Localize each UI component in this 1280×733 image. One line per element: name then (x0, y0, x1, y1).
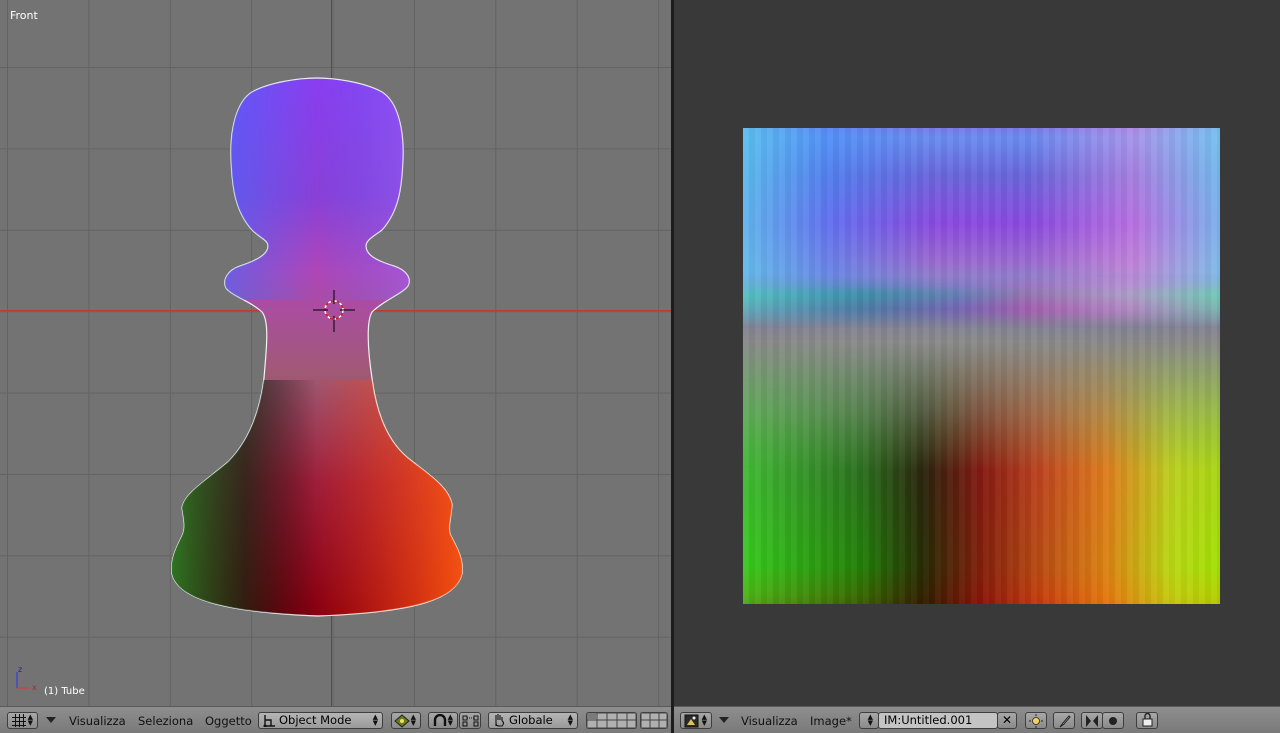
pivot-point-button[interactable]: ▲ ▼ (391, 712, 421, 729)
image-name-field[interactable]: IM:Untitled.001 (878, 712, 998, 729)
gizmo-z-label: z (18, 665, 22, 674)
pawn-mesh[interactable] (0, 0, 671, 706)
sun-icon (1029, 714, 1043, 728)
proportional-edit-icon (462, 715, 479, 727)
editor-type-button[interactable]: ▲ ▼ (7, 712, 38, 729)
mode-dropdown[interactable]: Object Mode ▲ ▼ (258, 712, 383, 729)
active-object-label: (1) Tube (44, 686, 85, 697)
pivot-point-icon (394, 714, 410, 728)
grid-icon (12, 714, 26, 727)
snap-button[interactable]: ▲ ▼ (428, 712, 458, 729)
paint-button[interactable] (1053, 712, 1075, 729)
image-name-value: IM:Untitled.001 (884, 713, 973, 727)
mode-arrows-icon: ▲ ▼ (372, 713, 378, 727)
mirror-icon (1086, 715, 1098, 727)
image-menu-visualizza[interactable]: Visualizza (741, 714, 798, 731)
menu-visualizza[interactable]: Visualizza (69, 714, 126, 731)
layers-icon (586, 712, 637, 729)
image-collapse-menu-triangle-icon[interactable] (719, 717, 729, 723)
layers-grid[interactable] (586, 712, 637, 729)
pin-button[interactable] (1025, 712, 1047, 729)
object-mode-icon (263, 715, 275, 727)
layers-2-icon (640, 712, 668, 729)
snap-arrows-icon: ▲ ▼ (447, 713, 453, 727)
uv-sync-button[interactable] (1081, 712, 1103, 729)
layers-grid-2[interactable] (640, 712, 668, 729)
proportional-edit-button[interactable] (459, 712, 481, 729)
menu-oggetto[interactable]: Oggetto (205, 714, 252, 731)
close-icon: ✕ (1001, 713, 1013, 727)
mode-dropdown-label: Object Mode (279, 713, 352, 727)
record-button[interactable] (1102, 712, 1124, 729)
axis-gizmo-icon: z x (16, 665, 37, 692)
dot-icon (1109, 717, 1117, 725)
image-editor-header: ▲ ▼ Visualizza Image* ▲ ▼ IM:Untitled.001 … (674, 706, 1280, 733)
uv-texture-image[interactable] (743, 128, 1220, 604)
lock-icon (1142, 713, 1153, 727)
menu-seleziona[interactable]: Seleziona (138, 714, 193, 731)
brush-icon (1059, 715, 1071, 728)
image-menu-image[interactable]: Image* (810, 714, 852, 731)
hand-icon (495, 714, 505, 727)
browse-image-button[interactable]: ▲ ▼ (859, 712, 879, 729)
browse-image-arrows-icon: ▲ ▼ (867, 713, 873, 727)
orientation-arrows-icon: ▲ ▼ (567, 713, 573, 727)
editor-type-arrows-icon: ▲ ▼ (27, 713, 33, 727)
collapse-menu-triangle-icon[interactable] (46, 717, 56, 723)
image-editor-type-button[interactable]: ▲ ▼ (680, 712, 712, 729)
3d-cursor-icon[interactable] (313, 290, 355, 332)
image-editor-icon (684, 714, 699, 728)
3d-view-header: ▲ ▼ Visualizza Seleziona Oggetto Object M… (0, 706, 671, 733)
pivot-arrows-icon: ▲ ▼ (410, 713, 416, 727)
image-editor-area[interactable] (674, 0, 1280, 706)
image-editor-type-arrows-icon: ▲ ▼ (701, 713, 707, 727)
magnet-icon (433, 714, 447, 726)
transform-orientation-dropdown[interactable]: Globale ▲ ▼ (488, 712, 578, 729)
view-name-label: Front (10, 9, 38, 22)
transform-orientation-label: Globale (509, 713, 553, 727)
unlink-image-button[interactable]: ✕ (997, 712, 1017, 729)
gizmo-x-label: x (32, 683, 37, 692)
3d-viewport[interactable]: Front z x (1) Tube (0, 0, 671, 706)
lock-button[interactable] (1136, 712, 1158, 729)
